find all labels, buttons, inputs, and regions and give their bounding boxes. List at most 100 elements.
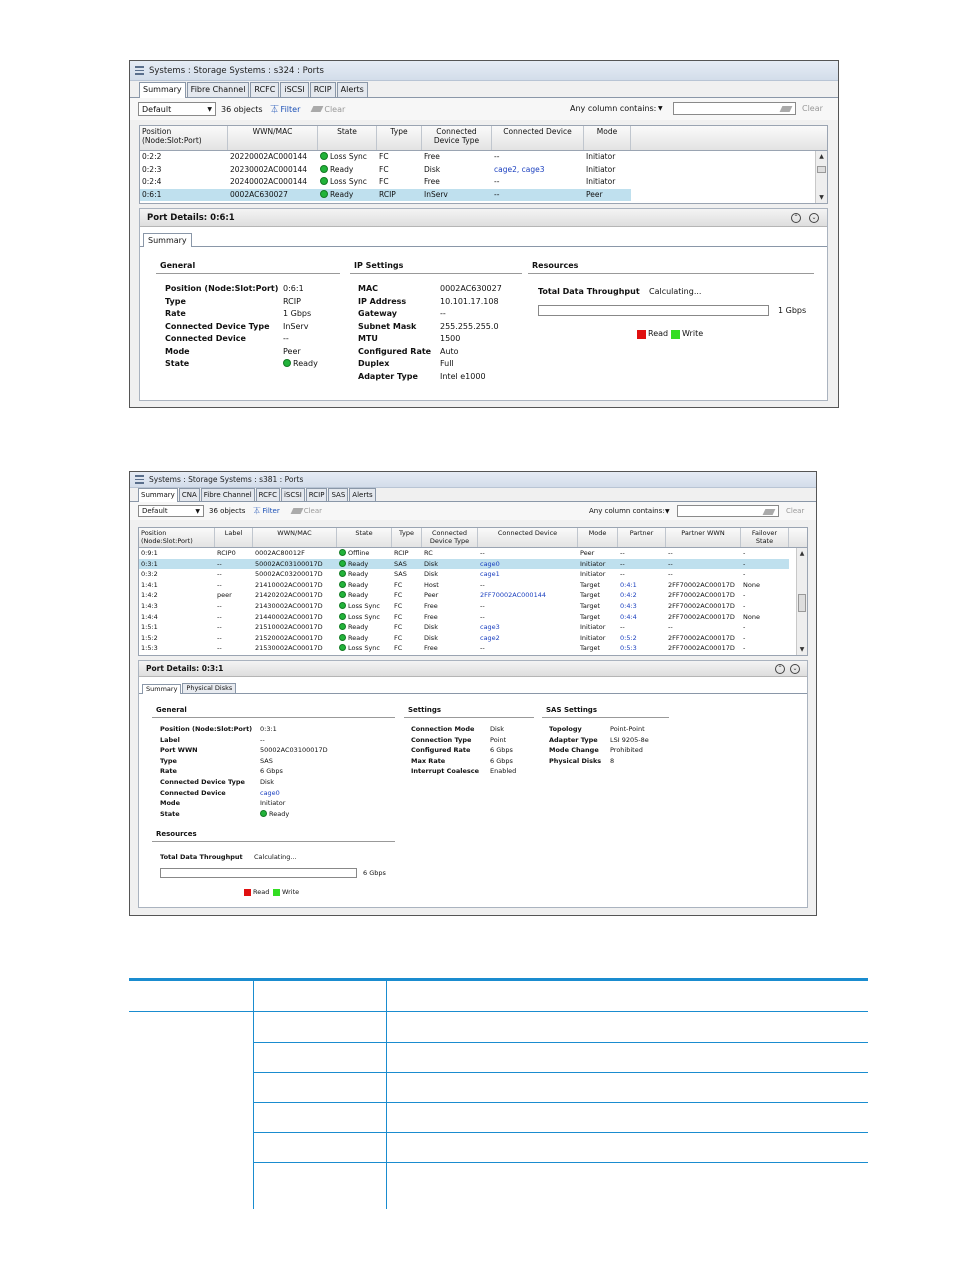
table-cell: -- (666, 569, 741, 580)
tab-cna[interactable]: CNA (178, 488, 200, 501)
column-header[interactable]: Position (Node:Slot:Port) (139, 528, 215, 547)
column-header[interactable]: WWN/MAC (253, 528, 337, 547)
scroll-up-icon[interactable]: ▲ (797, 550, 807, 557)
detail-tab-physical-disks[interactable]: Physical Disks (182, 683, 237, 693)
column-header[interactable]: Type (377, 126, 422, 150)
chevron-down-icon[interactable]: ▼ (658, 105, 663, 112)
table-cell[interactable]: cage2 (478, 633, 578, 644)
field-value-text: cage0 (260, 788, 280, 797)
table-row[interactable]: 0:3:1 -- 50002AC03100017D Ready SAS Disk cage0… (139, 558, 789, 570)
table-row[interactable]: 0:9:1 RCIP0 0002AC80012F Offline RCIP RC -- Pee… (139, 548, 789, 559)
expand-down-icon[interactable]: ⌄ (809, 213, 819, 223)
collapse-up-icon[interactable]: ⌃ (791, 213, 801, 223)
scroll-down-icon[interactable]: ▼ (816, 194, 827, 201)
tab-rcfc[interactable]: RCFC (255, 488, 280, 501)
column-header[interactable]: Connected Device (492, 126, 584, 150)
table-cell[interactable]: 0:4:3 (618, 601, 666, 612)
cell-text: cage3 (480, 623, 500, 632)
table-row[interactable]: 1:5:3 -- 21530002AC00017D Loss Sync FC Free --… (139, 643, 789, 654)
chevron-down-icon[interactable]: ▼ (665, 508, 670, 515)
table-cell[interactable]: cage1 (478, 569, 578, 580)
table-cell: -- (618, 622, 666, 633)
filter-button[interactable]: ⏄ Filter (253, 506, 279, 516)
table-row[interactable]: 1:4:1 -- 21410002AC00017D Ready FC Host -- Targ… (139, 580, 789, 591)
column-header[interactable]: Connected Device Type (422, 528, 478, 547)
cell-text: 21410002AC00017D (255, 580, 323, 589)
tab-rcip[interactable]: RCIP (305, 488, 328, 501)
tab-summary[interactable]: Summary (138, 488, 178, 502)
field-value: Disk (490, 725, 504, 733)
table-cell[interactable]: 2FF70002AC000144 (478, 590, 578, 601)
grid-scrollbar[interactable]: ▲ ▼ (796, 548, 807, 655)
column-header[interactable]: State (337, 528, 392, 547)
table-row[interactable]: 1:4:3 -- 21430002AC00017D Loss Sync FC Free --… (139, 601, 789, 612)
table-cell[interactable]: cage0 (478, 559, 578, 570)
tab-alerts[interactable]: Alerts (349, 488, 376, 501)
view-dropdown[interactable]: Default ▼ (138, 505, 204, 517)
table-row[interactable]: 1:5:1 -- 21510002AC00017D Ready FC Disk cage3 I… (139, 622, 789, 633)
column-header[interactable]: Mode (584, 126, 631, 150)
tab-fibre-channel[interactable]: Fibre Channel (186, 82, 250, 97)
table-row[interactable]: 1:4:2 peer 21420202AC00017D Ready FC Peer 2FF7… (139, 590, 789, 601)
view-dropdown[interactable]: Default ▼ (138, 102, 216, 116)
table-cell[interactable]: cage3 (478, 622, 578, 633)
scroll-thumb[interactable] (798, 594, 806, 612)
search-input[interactable] (677, 505, 779, 517)
field-value-text: Point-Point (610, 725, 645, 733)
column-header[interactable]: WWN/MAC (228, 126, 318, 150)
column-header[interactable]: Connected Device (478, 528, 578, 547)
tab-rcip[interactable]: RCIP (309, 82, 336, 97)
detail-tab-summary[interactable]: Summary (142, 684, 182, 694)
table-cell[interactable]: 0:4:4 (618, 612, 666, 623)
table-row[interactable]: 1:5:2 -- 21520002AC00017D Ready FC Disk cage2 I… (139, 633, 789, 644)
field-value: Ready (260, 809, 289, 818)
table-cell: -- (478, 601, 578, 612)
scroll-up-icon[interactable]: ▲ (816, 153, 827, 160)
tab-iscsi[interactable]: iSCSI (280, 82, 309, 97)
clear-search-button[interactable]: Clear (786, 507, 804, 515)
table-row[interactable]: 0:2:3 20230002AC000144 Ready FC Disk cage2, c… (140, 164, 631, 177)
tab-summary[interactable]: Summary (139, 82, 186, 98)
table-row (253, 1012, 868, 1043)
search-input[interactable] (673, 102, 796, 115)
column-header[interactable]: Failover State (741, 528, 789, 547)
table-cell[interactable]: 0:4:2 (618, 590, 666, 601)
table-row[interactable]: 0:3:2 -- 50002AC03200017D Ready SAS Disk cage1… (139, 569, 789, 580)
table-cell[interactable]: 0:5:3 (618, 643, 666, 654)
tab-alerts[interactable]: Alerts (336, 82, 368, 97)
column-header[interactable]: Partner WWN (666, 528, 741, 547)
scroll-thumb[interactable] (817, 166, 826, 173)
table-row[interactable]: 0:2:2 20220002AC000144 Loss Sync FC Free -- In… (140, 151, 631, 164)
tab-fibre-channel[interactable]: Fibre Channel (200, 488, 255, 501)
table-cell[interactable]: 0:4:1 (618, 580, 666, 591)
cell-text: Target (580, 591, 601, 600)
detail-tab-summary[interactable]: Summary (143, 233, 192, 247)
column-header[interactable]: Position (Node:Slot:Port) (140, 126, 228, 150)
status-dot-icon (339, 570, 346, 578)
column-header[interactable]: Partner (618, 528, 666, 547)
clear-search-button[interactable]: Clear (802, 104, 823, 113)
clear-filter-button[interactable]: Clear (290, 507, 322, 515)
expand-down-icon[interactable]: ⌄ (790, 664, 800, 674)
scroll-down-icon[interactable]: ▼ (797, 646, 807, 653)
tab-sas[interactable]: SAS (328, 488, 349, 501)
collapse-up-icon[interactable]: ⌃ (775, 664, 785, 674)
table-row (253, 1133, 868, 1163)
column-header[interactable]: Label (215, 528, 253, 547)
column-header[interactable]: State (318, 126, 377, 150)
table-cell[interactable]: cage2, cage3 (492, 164, 584, 177)
field-value: Peer (283, 347, 301, 356)
clear-filter-button[interactable]: Clear (310, 105, 345, 114)
table-row[interactable]: 0:6:1 0002AC630027 Ready RCIP InServ -- Peer (140, 188, 631, 201)
column-header[interactable]: Type (392, 528, 422, 547)
filter-button[interactable]: ⏄ Filter (271, 104, 301, 115)
table-row[interactable]: 1:4:4 -- 21440002AC00017D Loss Sync FC Free --… (139, 612, 789, 623)
grid-scrollbar[interactable]: ▲ ▼ (815, 151, 827, 203)
table-row[interactable]: 0:2:4 20240002AC000144 Loss Sync FC Free -- In… (140, 176, 631, 189)
column-header[interactable]: Connected Device Type (422, 126, 492, 150)
column-header[interactable]: Mode (578, 528, 618, 547)
field-value[interactable]: cage0 (260, 789, 280, 797)
table-cell[interactable]: 0:5:2 (618, 633, 666, 644)
tab-rcfc[interactable]: RCFC (250, 82, 280, 97)
tab-iscsi[interactable]: iSCSI (280, 488, 305, 501)
